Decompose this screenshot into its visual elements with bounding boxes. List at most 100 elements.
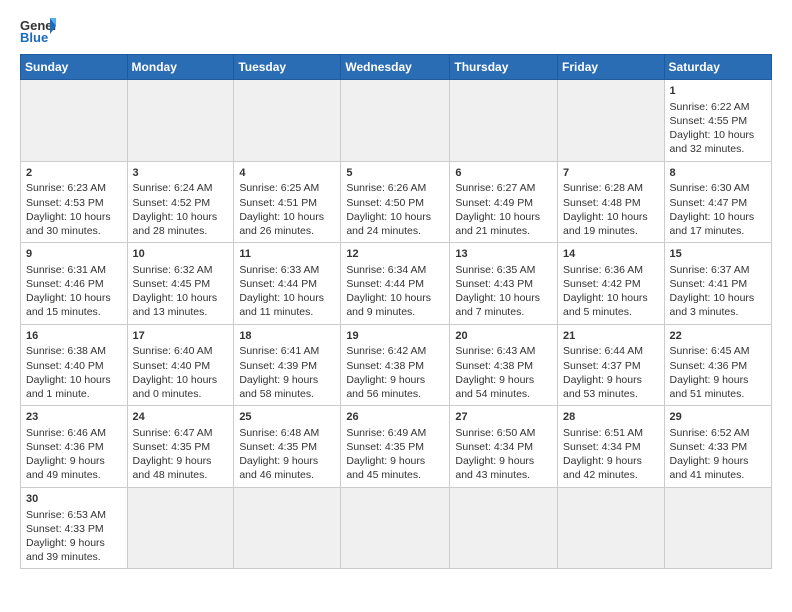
calendar-cell: 14Sunrise: 6:36 AMSunset: 4:42 PMDayligh…: [558, 243, 665, 325]
sun-info: Sunrise: 6:25 AMSunset: 4:51 PMDaylight:…: [239, 182, 324, 237]
calendar-cell: 30Sunrise: 6:53 AMSunset: 4:33 PMDayligh…: [21, 487, 128, 569]
day-number: 10: [133, 247, 229, 262]
calendar-cell: 1 Sunrise: 6:22 AMSunset: 4:55 PMDaylight…: [664, 80, 771, 162]
sun-info: Sunrise: 6:43 AMSunset: 4:38 PMDaylight:…: [455, 345, 535, 400]
week-row: 30Sunrise: 6:53 AMSunset: 4:33 PMDayligh…: [21, 487, 772, 569]
weekday-sunday: Sunday: [21, 55, 128, 80]
sun-info: Sunrise: 6:47 AMSunset: 4:35 PMDaylight:…: [133, 427, 213, 482]
header: General Blue: [20, 16, 772, 44]
weekday-monday: Monday: [127, 55, 234, 80]
day-number: 1: [670, 84, 766, 99]
svg-text:Blue: Blue: [20, 30, 48, 44]
sun-info: Sunrise: 6:22 AMSunset: 4:55 PMDaylight:…: [670, 101, 755, 156]
day-number: 17: [133, 329, 229, 344]
sun-info: Sunrise: 6:49 AMSunset: 4:35 PMDaylight:…: [346, 427, 426, 482]
weekday-tuesday: Tuesday: [234, 55, 341, 80]
calendar-cell: [341, 487, 450, 569]
day-number: 4: [239, 166, 335, 181]
calendar-cell: 13 Sunrise: 6:35 AMSunset: 4:43 PMDayligh…: [450, 243, 558, 325]
calendar-cell: 9 Sunrise: 6:31 AMSunset: 4:46 PMDaylight…: [21, 243, 128, 325]
day-number: 26: [346, 410, 444, 425]
calendar-cell: 6Sunrise: 6:27 AMSunset: 4:49 PMDaylight…: [450, 161, 558, 243]
calendar-cell: 29 Sunrise: 6:52 AMSunset: 4:33 PMDayligh…: [664, 406, 771, 488]
calendar-cell: 3Sunrise: 6:24 AMSunset: 4:52 PMDaylight…: [127, 161, 234, 243]
day-number: 11: [239, 247, 335, 262]
sun-info: Sunrise: 6:31 AMSunset: 4:46 PMDaylight:…: [26, 264, 111, 319]
calendar-cell: 18Sunrise: 6:41 AMSunset: 4:39 PMDayligh…: [234, 324, 341, 406]
sun-info: Sunrise: 6:37 AMSunset: 4:41 PMDaylight:…: [670, 264, 755, 319]
calendar-cell: [341, 80, 450, 162]
sun-info: Sunrise: 6:35 AMSunset: 4:43 PMDaylight:…: [455, 264, 540, 319]
calendar-cell: 4Sunrise: 6:25 AMSunset: 4:51 PMDaylight…: [234, 161, 341, 243]
logo: General Blue: [20, 16, 56, 44]
sun-info: Sunrise: 6:41 AMSunset: 4:39 PMDaylight:…: [239, 345, 319, 400]
calendar-cell: 5Sunrise: 6:26 AMSunset: 4:50 PMDaylight…: [341, 161, 450, 243]
day-number: 22: [670, 329, 766, 344]
weekday-friday: Friday: [558, 55, 665, 80]
day-number: 20: [455, 329, 552, 344]
day-number: 9: [26, 247, 122, 262]
sun-info: Sunrise: 6:42 AMSunset: 4:38 PMDaylight:…: [346, 345, 426, 400]
calendar-cell: [234, 80, 341, 162]
sun-info: Sunrise: 6:32 AMSunset: 4:45 PMDaylight:…: [133, 264, 218, 319]
calendar-cell: [664, 487, 771, 569]
week-row: 1 Sunrise: 6:22 AMSunset: 4:55 PMDaylight…: [21, 80, 772, 162]
day-number: 8: [670, 166, 766, 181]
day-number: 3: [133, 166, 229, 181]
day-number: 5: [346, 166, 444, 181]
calendar-cell: 20Sunrise: 6:43 AMSunset: 4:38 PMDayligh…: [450, 324, 558, 406]
sun-info: Sunrise: 6:51 AMSunset: 4:34 PMDaylight:…: [563, 427, 643, 482]
calendar-cell: [127, 80, 234, 162]
calendar-cell: [21, 80, 128, 162]
sun-info: Sunrise: 6:30 AMSunset: 4:47 PMDaylight:…: [670, 182, 755, 237]
calendar-cell: 21Sunrise: 6:44 AMSunset: 4:37 PMDayligh…: [558, 324, 665, 406]
sun-info: Sunrise: 6:44 AMSunset: 4:37 PMDaylight:…: [563, 345, 643, 400]
calendar-cell: 12 Sunrise: 6:34 AMSunset: 4:44 PMDayligh…: [341, 243, 450, 325]
calendar-cell: 22Sunrise: 6:45 AMSunset: 4:36 PMDayligh…: [664, 324, 771, 406]
day-number: 23: [26, 410, 122, 425]
logo-icon: General Blue: [20, 16, 56, 44]
weekday-saturday: Saturday: [664, 55, 771, 80]
sun-info: Sunrise: 6:50 AMSunset: 4:34 PMDaylight:…: [455, 427, 535, 482]
sun-info: Sunrise: 6:28 AMSunset: 4:48 PMDaylight:…: [563, 182, 648, 237]
calendar-cell: 24Sunrise: 6:47 AMSunset: 4:35 PMDayligh…: [127, 406, 234, 488]
day-number: 12: [346, 247, 444, 262]
calendar-cell: [558, 487, 665, 569]
day-number: 7: [563, 166, 659, 181]
day-number: 18: [239, 329, 335, 344]
calendar-cell: 19Sunrise: 6:42 AMSunset: 4:38 PMDayligh…: [341, 324, 450, 406]
sun-info: Sunrise: 6:52 AMSunset: 4:33 PMDaylight:…: [670, 427, 750, 482]
sun-info: Sunrise: 6:34 AMSunset: 4:44 PMDaylight:…: [346, 264, 431, 319]
day-number: 15: [670, 247, 766, 262]
sun-info: Sunrise: 6:27 AMSunset: 4:49 PMDaylight:…: [455, 182, 540, 237]
weekday-thursday: Thursday: [450, 55, 558, 80]
week-row: 16Sunrise: 6:38 AMSunset: 4:40 PMDayligh…: [21, 324, 772, 406]
weekday-wednesday: Wednesday: [341, 55, 450, 80]
week-row: 23 Sunrise: 6:46 AMSunset: 4:36 PMDayligh…: [21, 406, 772, 488]
calendar-cell: 17Sunrise: 6:40 AMSunset: 4:40 PMDayligh…: [127, 324, 234, 406]
day-number: 25: [239, 410, 335, 425]
day-number: 19: [346, 329, 444, 344]
page: General Blue SundayMondayTuesdayWednesda…: [0, 0, 792, 612]
day-number: 30: [26, 492, 122, 507]
day-number: 14: [563, 247, 659, 262]
calendar-cell: 16Sunrise: 6:38 AMSunset: 4:40 PMDayligh…: [21, 324, 128, 406]
day-number: 6: [455, 166, 552, 181]
calendar-cell: 10 Sunrise: 6:32 AMSunset: 4:45 PMDayligh…: [127, 243, 234, 325]
day-number: 13: [455, 247, 552, 262]
calendar-cell: 25Sunrise: 6:48 AMSunset: 4:35 PMDayligh…: [234, 406, 341, 488]
weekday-header-row: SundayMondayTuesdayWednesdayThursdayFrid…: [21, 55, 772, 80]
calendar-cell: 26 Sunrise: 6:49 AMSunset: 4:35 PMDayligh…: [341, 406, 450, 488]
day-number: 29: [670, 410, 766, 425]
calendar-cell: 27Sunrise: 6:50 AMSunset: 4:34 PMDayligh…: [450, 406, 558, 488]
calendar-cell: [450, 487, 558, 569]
calendar-cell: 28 Sunrise: 6:51 AMSunset: 4:34 PMDayligh…: [558, 406, 665, 488]
day-number: 28: [563, 410, 659, 425]
sun-info: Sunrise: 6:33 AMSunset: 4:44 PMDaylight:…: [239, 264, 324, 319]
sun-info: Sunrise: 6:46 AMSunset: 4:36 PMDaylight:…: [26, 427, 106, 482]
calendar-cell: 8Sunrise: 6:30 AMSunset: 4:47 PMDaylight…: [664, 161, 771, 243]
day-number: 16: [26, 329, 122, 344]
day-number: 2: [26, 166, 122, 181]
sun-info: Sunrise: 6:24 AMSunset: 4:52 PMDaylight:…: [133, 182, 218, 237]
week-row: 9 Sunrise: 6:31 AMSunset: 4:46 PMDaylight…: [21, 243, 772, 325]
